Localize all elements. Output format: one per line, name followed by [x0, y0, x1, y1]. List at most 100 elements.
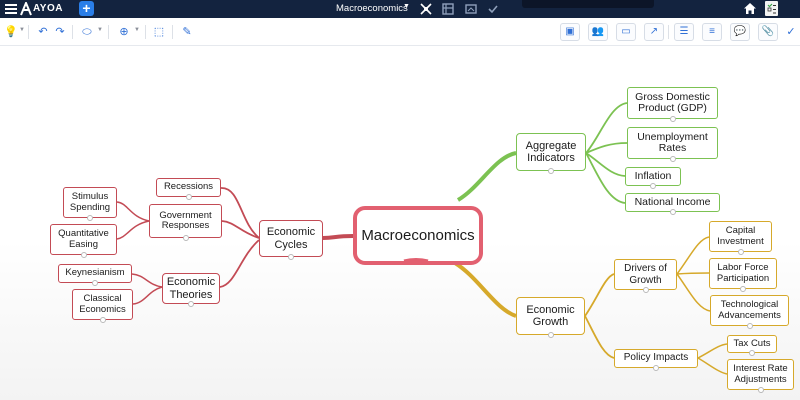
connector-qe: [116, 220, 150, 240]
connector-recessions: [220, 187, 260, 239]
toolbar-divider: [72, 25, 73, 39]
redo-icon[interactable]: ↷: [53, 25, 67, 39]
node-capital-investment[interactable]: Capital Investment: [709, 221, 772, 255]
node-handle[interactable]: [188, 301, 194, 307]
mindmap-canvas[interactable]: Macroeconomics Economic Cycles Recession…: [0, 47, 800, 400]
node-handle[interactable]: [99, 317, 106, 323]
node-handle[interactable]: [669, 156, 676, 162]
toolbar: 💡 ▼ ↶ ↷ ⬭ ▼ ⊕ ▼ ⬚ ✎ ▣ 👥 ▭ ↗ ☰ ≡ 💬 📎 ✓: [0, 18, 800, 46]
node-unemployment-rates[interactable]: Unemployment Rates: [627, 127, 718, 162]
node-handle[interactable]: [92, 280, 98, 286]
node-handle[interactable]: [737, 249, 744, 255]
node-handle[interactable]: [749, 350, 755, 356]
node-economic-growth[interactable]: Economic Growth: [516, 297, 585, 338]
shape-icon[interactable]: ⬭: [80, 25, 94, 39]
node-labor-force-participation[interactable]: Labor Force Participation: [709, 258, 777, 292]
toolbar-divider: [668, 25, 669, 39]
node-handle[interactable]: [757, 387, 764, 393]
node-handle[interactable]: [547, 332, 554, 338]
canvas-view-icon[interactable]: [465, 3, 477, 15]
present-icon[interactable]: ▭: [616, 23, 636, 41]
connector-cycles: [322, 234, 354, 240]
tasks-icon[interactable]: [765, 1, 778, 16]
node-handle[interactable]: [288, 254, 294, 260]
node-policy-impacts[interactable]: Policy Impacts: [614, 349, 698, 371]
node-interest-rate-adjustments[interactable]: Interest Rate Adjustments: [727, 359, 794, 393]
app-header: AYOA + Macroeconomics ▼: [0, 0, 800, 18]
home-icon[interactable]: [743, 2, 757, 15]
share-icon[interactable]: 👥: [588, 23, 608, 41]
undo-icon[interactable]: ↶: [36, 25, 50, 39]
chevron-down-icon[interactable]: ▼: [97, 27, 103, 33]
connector-stimulus: [116, 201, 150, 222]
node-handle[interactable]: [669, 209, 676, 215]
connector-aggregate: [456, 151, 517, 202]
node-handle[interactable]: [746, 323, 753, 329]
node-national-income[interactable]: National Income: [625, 193, 720, 215]
node-recessions[interactable]: Recessions: [156, 178, 221, 200]
node-handle[interactable]: [740, 286, 746, 292]
notes-icon[interactable]: ≡: [702, 23, 722, 41]
ai-icon[interactable]: ▣: [560, 23, 580, 41]
connector-classical: [132, 286, 163, 305]
connector-tax: [697, 343, 728, 359]
attach-icon[interactable]: 📎: [758, 23, 778, 41]
task-icon[interactable]: ✓: [784, 25, 798, 39]
node-aggregate-indicators[interactable]: Aggregate Indicators: [516, 133, 586, 174]
node-economic-cycles[interactable]: Economic Cycles: [259, 220, 323, 260]
connector-tech: [676, 273, 711, 312]
node-handle[interactable]: [185, 194, 192, 200]
node-inflation[interactable]: Inflation: [625, 167, 681, 189]
node-handle[interactable]: [87, 215, 93, 221]
toolbar-divider: [172, 25, 173, 39]
board-view-icon[interactable]: [442, 3, 455, 15]
add-icon[interactable]: ⊕: [117, 25, 131, 39]
node-government-responses[interactable]: Government Responses: [149, 204, 222, 241]
center-underline-decoration: [403, 258, 429, 263]
connector-policy: [584, 315, 615, 359]
node-tax-cuts[interactable]: Tax Cuts: [727, 335, 777, 356]
lightbulb-icon[interactable]: 💡: [4, 25, 18, 39]
connector-interest: [697, 357, 728, 375]
select-icon[interactable]: ⬚: [152, 25, 166, 39]
check-icon[interactable]: [487, 3, 499, 15]
node-handle[interactable]: [650, 183, 656, 189]
chevron-down-icon[interactable]: ▼: [403, 3, 410, 10]
tooltip-overlay: [522, 0, 654, 8]
menu-icon[interactable]: [5, 2, 17, 16]
node-handle[interactable]: [669, 116, 676, 122]
toolbar-divider: [28, 25, 29, 39]
chevron-down-icon[interactable]: ▼: [134, 27, 140, 33]
chevron-down-icon[interactable]: ▼: [19, 27, 25, 33]
connector-keynes: [131, 273, 163, 288]
node-quantitative-easing[interactable]: Quantitative Easing: [50, 224, 117, 258]
connector-labor: [676, 272, 710, 275]
connector-capital: [676, 236, 710, 275]
node-handle[interactable]: [182, 235, 189, 241]
add-button[interactable]: +: [79, 1, 94, 16]
node-handle[interactable]: [653, 365, 659, 371]
ayoa-logo-icon: [20, 2, 32, 16]
connector-national-income: [585, 152, 626, 204]
document-title[interactable]: Macroeconomics: [336, 3, 408, 14]
node-handle[interactable]: [642, 287, 649, 293]
node-technological-advancements[interactable]: Technological Advancements: [710, 295, 789, 329]
connector-gov-responses: [221, 220, 260, 239]
export-icon[interactable]: ↗: [644, 23, 664, 41]
connector-theories: [219, 239, 260, 288]
mindmap-view-icon[interactable]: [420, 3, 432, 15]
node-drivers-of-growth[interactable]: Drivers of Growth: [614, 259, 677, 293]
node-handle[interactable]: [80, 252, 87, 258]
node-stimulus-spending[interactable]: Stimulus Spending: [63, 187, 117, 221]
format-icon[interactable]: ✎: [180, 25, 194, 39]
node-gdp[interactable]: Gross Domestic Product (GDP): [627, 87, 718, 122]
node-handle[interactable]: [548, 168, 554, 174]
node-classical-economics[interactable]: Classical Economics: [72, 289, 133, 323]
comment-icon[interactable]: 💬: [730, 23, 750, 41]
toolbar-divider: [108, 25, 109, 39]
outline-icon[interactable]: ☰: [674, 23, 694, 41]
node-keynesianism[interactable]: Keynesianism: [58, 264, 132, 286]
app-name[interactable]: AYOA: [33, 3, 63, 14]
connector-drivers: [584, 273, 615, 317]
node-economic-theories[interactable]: Economic Theories: [162, 273, 220, 307]
